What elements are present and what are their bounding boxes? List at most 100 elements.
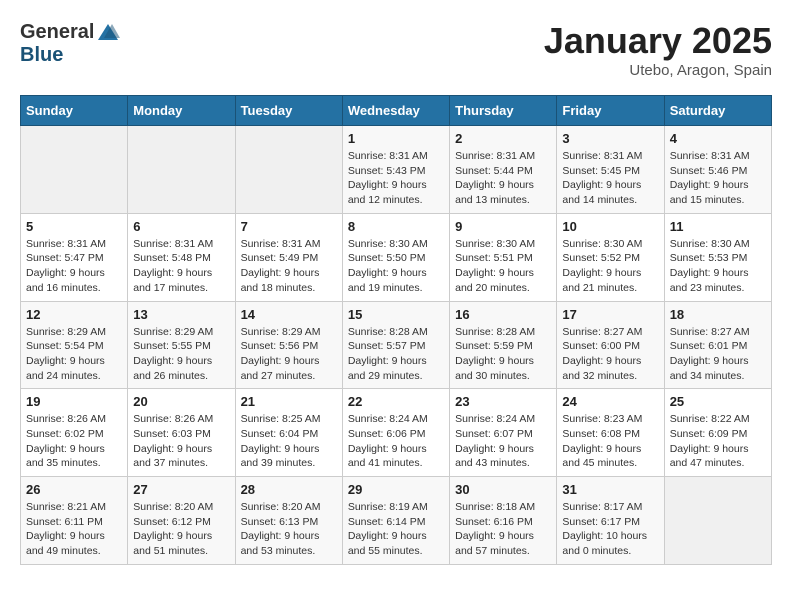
title-section: January 2025 Utebo, Aragon, Spain (544, 20, 772, 79)
day-number: 14 (241, 307, 337, 322)
day-number: 5 (26, 219, 122, 234)
day-number: 29 (348, 482, 444, 497)
day-info: Sunrise: 8:29 AMSunset: 5:55 PMDaylight:… (133, 325, 229, 384)
day-number: 16 (455, 307, 551, 322)
logo-general: General (20, 21, 94, 44)
day-number: 11 (670, 219, 766, 234)
day-of-week-header: Thursday (450, 96, 557, 126)
day-of-week-header: Wednesday (342, 96, 449, 126)
calendar-cell: 27 Sunrise: 8:20 AMSunset: 6:12 PMDayligh… (128, 477, 235, 565)
calendar-cell: 10 Sunrise: 8:30 AMSunset: 5:52 PMDayligh… (557, 213, 664, 301)
day-number: 30 (455, 482, 551, 497)
calendar-cell: 24Sunrise: 8:23 AMSunset: 6:08 PMDayligh… (557, 389, 664, 477)
calendar-cell: 29 Sunrise: 8:19 AMSunset: 6:14 PMDayligh… (342, 477, 449, 565)
day-info: Sunrise: 8:31 AMSunset: 5:47 PMDaylight:… (26, 237, 122, 296)
logo-blue: Blue (20, 44, 63, 67)
day-info: Sunrise: 8:26 AMSunset: 6:02 PMDaylight:… (26, 412, 122, 471)
day-info: Sunrise: 8:25 AMSunset: 6:04 PMDaylight:… (241, 412, 337, 471)
day-number: 15 (348, 307, 444, 322)
day-info: Sunrise: 8:29 AMSunset: 5:56 PMDaylight:… (241, 325, 337, 384)
calendar-cell: 19Sunrise: 8:26 AMSunset: 6:02 PMDayligh… (21, 389, 128, 477)
calendar-cell: 28 Sunrise: 8:20 AMSunset: 6:13 PMDayligh… (235, 477, 342, 565)
calendar-cell: 7 Sunrise: 8:31 AMSunset: 5:49 PMDaylight… (235, 213, 342, 301)
day-info: Sunrise: 8:17 AMSunset: 6:17 PMDaylight:… (562, 500, 658, 559)
day-info: Sunrise: 8:18 AMSunset: 6:16 PMDaylight:… (455, 500, 551, 559)
calendar-cell: 18Sunrise: 8:27 AMSunset: 6:01 PMDayligh… (664, 301, 771, 389)
day-info: Sunrise: 8:21 AMSunset: 6:11 PMDaylight:… (26, 500, 122, 559)
calendar-table: SundayMondayTuesdayWednesdayThursdayFrid… (20, 95, 772, 565)
calendar-cell (128, 126, 235, 214)
day-number: 10 (562, 219, 658, 234)
day-of-week-header: Saturday (664, 96, 771, 126)
day-info: Sunrise: 8:31 AMSunset: 5:49 PMDaylight:… (241, 237, 337, 296)
day-info: Sunrise: 8:31 AMSunset: 5:44 PMDaylight:… (455, 149, 551, 208)
calendar-cell: 8 Sunrise: 8:30 AMSunset: 5:50 PMDaylight… (342, 213, 449, 301)
calendar-cell: 23Sunrise: 8:24 AMSunset: 6:07 PMDayligh… (450, 389, 557, 477)
day-of-week-header: Monday (128, 96, 235, 126)
calendar-cell: 20 Sunrise: 8:26 AMSunset: 6:03 PMDayligh… (128, 389, 235, 477)
calendar-week-row: 12 Sunrise: 8:29 AMSunset: 5:54 PMDayligh… (21, 301, 772, 389)
calendar-week-row: 1Sunrise: 8:31 AMSunset: 5:43 PMDaylight… (21, 126, 772, 214)
day-info: Sunrise: 8:30 AMSunset: 5:51 PMDaylight:… (455, 237, 551, 296)
day-of-week-header: Friday (557, 96, 664, 126)
day-info: Sunrise: 8:27 AMSunset: 6:00 PMDaylight:… (562, 325, 658, 384)
calendar-cell: 2 Sunrise: 8:31 AMSunset: 5:44 PMDaylight… (450, 126, 557, 214)
calendar-week-row: 5 Sunrise: 8:31 AMSunset: 5:47 PMDaylight… (21, 213, 772, 301)
day-number: 9 (455, 219, 551, 234)
day-number: 18 (670, 307, 766, 322)
logo: General Blue (20, 20, 120, 67)
page-header: General Blue January 2025 Utebo, Aragon,… (20, 20, 772, 79)
day-info: Sunrise: 8:28 AMSunset: 5:57 PMDaylight:… (348, 325, 444, 384)
day-number: 25 (670, 394, 766, 409)
day-info: Sunrise: 8:20 AMSunset: 6:13 PMDaylight:… (241, 500, 337, 559)
day-info: Sunrise: 8:26 AMSunset: 6:03 PMDaylight:… (133, 412, 229, 471)
calendar-cell: 21Sunrise: 8:25 AMSunset: 6:04 PMDayligh… (235, 389, 342, 477)
month-title: January 2025 (544, 20, 772, 62)
day-info: Sunrise: 8:20 AMSunset: 6:12 PMDaylight:… (133, 500, 229, 559)
day-info: Sunrise: 8:30 AMSunset: 5:50 PMDaylight:… (348, 237, 444, 296)
day-info: Sunrise: 8:22 AMSunset: 6:09 PMDaylight:… (670, 412, 766, 471)
day-info: Sunrise: 8:31 AMSunset: 5:48 PMDaylight:… (133, 237, 229, 296)
calendar-cell (235, 126, 342, 214)
calendar-cell: 25 Sunrise: 8:22 AMSunset: 6:09 PMDayligh… (664, 389, 771, 477)
day-of-week-header: Tuesday (235, 96, 342, 126)
day-number: 13 (133, 307, 229, 322)
calendar-cell: 5 Sunrise: 8:31 AMSunset: 5:47 PMDaylight… (21, 213, 128, 301)
calendar-cell: 22Sunrise: 8:24 AMSunset: 6:06 PMDayligh… (342, 389, 449, 477)
day-number: 31 (562, 482, 658, 497)
calendar-cell: 14 Sunrise: 8:29 AMSunset: 5:56 PMDayligh… (235, 301, 342, 389)
calendar-cell (664, 477, 771, 565)
day-number: 4 (670, 131, 766, 146)
calendar-cell: 31 Sunrise: 8:17 AMSunset: 6:17 PMDayligh… (557, 477, 664, 565)
day-info: Sunrise: 8:29 AMSunset: 5:54 PMDaylight:… (26, 325, 122, 384)
calendar-week-row: 26Sunrise: 8:21 AMSunset: 6:11 PMDayligh… (21, 477, 772, 565)
calendar-cell: 17Sunrise: 8:27 AMSunset: 6:00 PMDayligh… (557, 301, 664, 389)
day-of-week-header: Sunday (21, 96, 128, 126)
calendar-cell: 9 Sunrise: 8:30 AMSunset: 5:51 PMDaylight… (450, 213, 557, 301)
day-number: 2 (455, 131, 551, 146)
day-number: 7 (241, 219, 337, 234)
calendar-cell: 30 Sunrise: 8:18 AMSunset: 6:16 PMDayligh… (450, 477, 557, 565)
day-info: Sunrise: 8:30 AMSunset: 5:53 PMDaylight:… (670, 237, 766, 296)
day-number: 8 (348, 219, 444, 234)
day-info: Sunrise: 8:19 AMSunset: 6:14 PMDaylight:… (348, 500, 444, 559)
day-number: 28 (241, 482, 337, 497)
calendar-header-row: SundayMondayTuesdayWednesdayThursdayFrid… (21, 96, 772, 126)
calendar-cell (21, 126, 128, 214)
calendar-cell: 11 Sunrise: 8:30 AMSunset: 5:53 PMDayligh… (664, 213, 771, 301)
calendar-cell: 12 Sunrise: 8:29 AMSunset: 5:54 PMDayligh… (21, 301, 128, 389)
day-number: 12 (26, 307, 122, 322)
location-subtitle: Utebo, Aragon, Spain (544, 62, 772, 79)
day-info: Sunrise: 8:24 AMSunset: 6:07 PMDaylight:… (455, 412, 551, 471)
day-number: 6 (133, 219, 229, 234)
logo-icon (96, 20, 120, 44)
day-info: Sunrise: 8:31 AMSunset: 5:45 PMDaylight:… (562, 149, 658, 208)
day-number: 24 (562, 394, 658, 409)
day-number: 20 (133, 394, 229, 409)
day-info: Sunrise: 8:28 AMSunset: 5:59 PMDaylight:… (455, 325, 551, 384)
day-number: 27 (133, 482, 229, 497)
calendar-cell: 6 Sunrise: 8:31 AMSunset: 5:48 PMDaylight… (128, 213, 235, 301)
day-info: Sunrise: 8:24 AMSunset: 6:06 PMDaylight:… (348, 412, 444, 471)
day-info: Sunrise: 8:30 AMSunset: 5:52 PMDaylight:… (562, 237, 658, 296)
calendar-cell: 16 Sunrise: 8:28 AMSunset: 5:59 PMDayligh… (450, 301, 557, 389)
